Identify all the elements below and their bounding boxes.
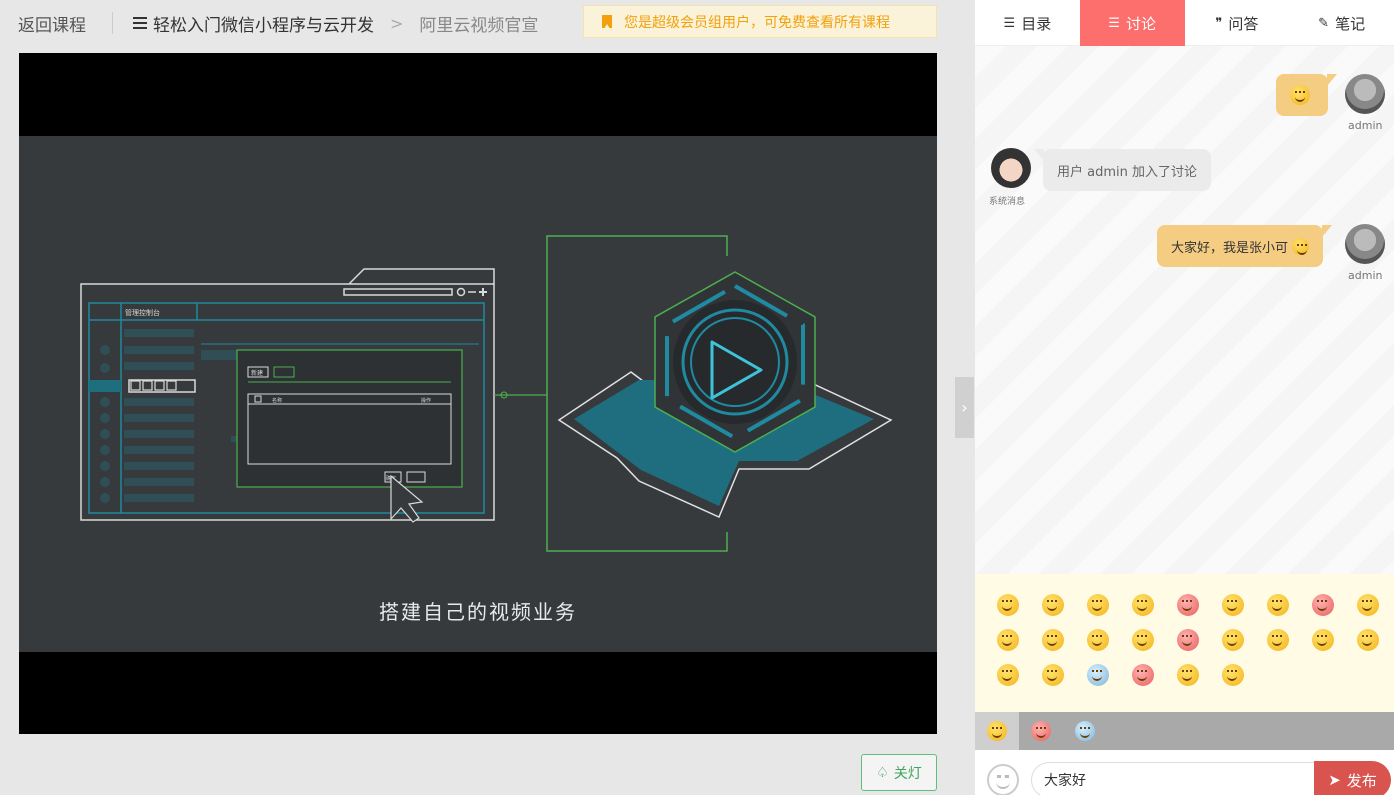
- panel-tabs: ☰ 目录 ☰ 讨论 ❞ 问答 ✎ 笔记: [975, 0, 1394, 46]
- emoji-icon[interactable]: [1042, 594, 1064, 616]
- emoji-icon[interactable]: [1087, 664, 1109, 686]
- emoji-tab-blue[interactable]: [1063, 712, 1107, 750]
- dialog-col-action: 操作: [421, 397, 431, 404]
- emoji-icon[interactable]: [1312, 629, 1334, 651]
- bookmark-icon: [602, 15, 612, 29]
- message-input[interactable]: [1031, 762, 1321, 795]
- vip-notice: 您是超级会员组用户，可免费查看所有课程: [583, 5, 937, 38]
- send-icon: ➤: [1328, 771, 1341, 789]
- panel-toggle-button[interactable]: ›: [955, 377, 974, 438]
- emoji-icon[interactable]: [1357, 629, 1379, 651]
- send-label: 发布: [1346, 771, 1377, 790]
- input-bar: ➤ 发布: [975, 750, 1394, 795]
- lights-off-button[interactable]: ♤ 关灯: [861, 754, 937, 791]
- menu-icon: ☰: [1108, 15, 1120, 31]
- avatar: [1345, 224, 1385, 264]
- course-title[interactable]: 轻松入门微信小程序与云开发: [153, 11, 374, 36]
- tab-label: 笔记: [1335, 14, 1366, 33]
- emoji-icon[interactable]: [997, 629, 1019, 651]
- pink-face-icon: [1031, 721, 1051, 741]
- emoji-icon[interactable]: [1177, 629, 1199, 651]
- emoji-category-tabs: [975, 712, 1394, 750]
- lamp-icon: ♤: [876, 764, 889, 781]
- emoji-icon[interactable]: [1267, 629, 1289, 651]
- video-caption: 搭建自己的视频业务: [379, 600, 577, 624]
- chat-message: 用户 admin 加入了讨论: [1034, 149, 1211, 191]
- emoji-icon[interactable]: [1042, 664, 1064, 686]
- dialog-col-name: 名称: [272, 397, 282, 404]
- tab-notes[interactable]: ✎ 笔记: [1289, 0, 1394, 46]
- lesson-title: 阿里云视频官宣: [419, 15, 539, 36]
- send-button[interactable]: ➤ 发布: [1314, 761, 1391, 795]
- sender-name: admin: [1348, 119, 1383, 132]
- emoji-icon[interactable]: [1312, 594, 1334, 616]
- chat-message-text: 用户 admin 加入了讨论: [1057, 164, 1197, 180]
- tab-label: 目录: [1021, 14, 1052, 33]
- emoji-icon[interactable]: [1132, 664, 1154, 686]
- emoji-icon[interactable]: [997, 594, 1019, 616]
- dashboard-title: 管理控制台: [125, 308, 160, 317]
- vip-notice-text: 您是超级会员组用户，可免费查看所有课程: [624, 14, 890, 31]
- emoji-tab-pink[interactable]: [1019, 712, 1063, 750]
- chat-message: [1276, 74, 1337, 116]
- avatar: [1345, 74, 1385, 114]
- emoji-icon[interactable]: [997, 664, 1019, 686]
- tab-catalog[interactable]: ☰ 目录: [975, 0, 1080, 46]
- pen-icon: ✎: [1318, 15, 1330, 31]
- emoji-icon[interactable]: [1087, 594, 1109, 616]
- emoji-icon[interactable]: [1267, 594, 1289, 616]
- sender-name: 系统消息: [989, 197, 1026, 207]
- breadcrumb-separator: >: [390, 13, 404, 33]
- tab-label: 讨论: [1125, 14, 1156, 33]
- emoji-grid: [997, 594, 1379, 686]
- tab-discussion[interactable]: ☰ 讨论: [1079, 0, 1185, 46]
- emoji-icon[interactable]: [1177, 594, 1199, 616]
- tab-label: 问答: [1228, 14, 1259, 33]
- divider: [112, 12, 113, 34]
- qa-icon: ❞: [1215, 15, 1223, 31]
- avatar: [991, 148, 1031, 188]
- video-frame: 管理控制台 新建 名称 操作 搭建自己的视频业务: [19, 136, 937, 652]
- tab-qa[interactable]: ❞ 问答: [1185, 0, 1290, 46]
- back-to-course-link[interactable]: 返回课程: [18, 11, 86, 36]
- video-illustration: 管理控制台 新建 名称 操作: [80, 235, 893, 552]
- smile-emoji-icon: [1292, 237, 1310, 255]
- emoji-icon[interactable]: [1132, 629, 1154, 651]
- emoji-icon[interactable]: [1132, 594, 1154, 616]
- emoji-picker: [975, 574, 1394, 712]
- chat-message-text: 大家好，我是张小可: [1171, 240, 1289, 256]
- smile-emoji-icon: [1290, 85, 1310, 105]
- emoji-icon[interactable]: [1222, 664, 1244, 686]
- lights-off-label: 关灯: [893, 765, 922, 782]
- emoji-icon[interactable]: [1177, 664, 1199, 686]
- emoji-icon[interactable]: [1042, 629, 1064, 651]
- side-panel: ☰ 目录 ☰ 讨论 ❞ 问答 ✎ 笔记 admin 系统消息 用户 admin …: [975, 0, 1394, 795]
- emoji-icon[interactable]: [1222, 629, 1244, 651]
- emoji-toggle-icon[interactable]: [987, 764, 1019, 795]
- emoji-icon[interactable]: [1357, 594, 1379, 616]
- menu-icon: ☰: [1003, 15, 1016, 31]
- smile-face-icon: [987, 721, 1007, 741]
- video-player[interactable]: 管理控制台 新建 名称 操作 搭建自己的视频业务: [19, 53, 937, 734]
- dialog-new-label: 新建: [251, 369, 263, 377]
- emoji-tab-smile[interactable]: [975, 712, 1019, 750]
- chat-message: 大家好，我是张小可: [1157, 225, 1333, 267]
- chat-area[interactable]: admin 系统消息 用户 admin 加入了讨论 admin 大家好，我是张小…: [975, 46, 1394, 574]
- blue-face-icon: [1075, 721, 1095, 741]
- sender-name: admin: [1348, 269, 1383, 282]
- emoji-icon[interactable]: [1087, 629, 1109, 651]
- emoji-icon[interactable]: [1222, 594, 1244, 616]
- menu-icon[interactable]: [133, 17, 147, 29]
